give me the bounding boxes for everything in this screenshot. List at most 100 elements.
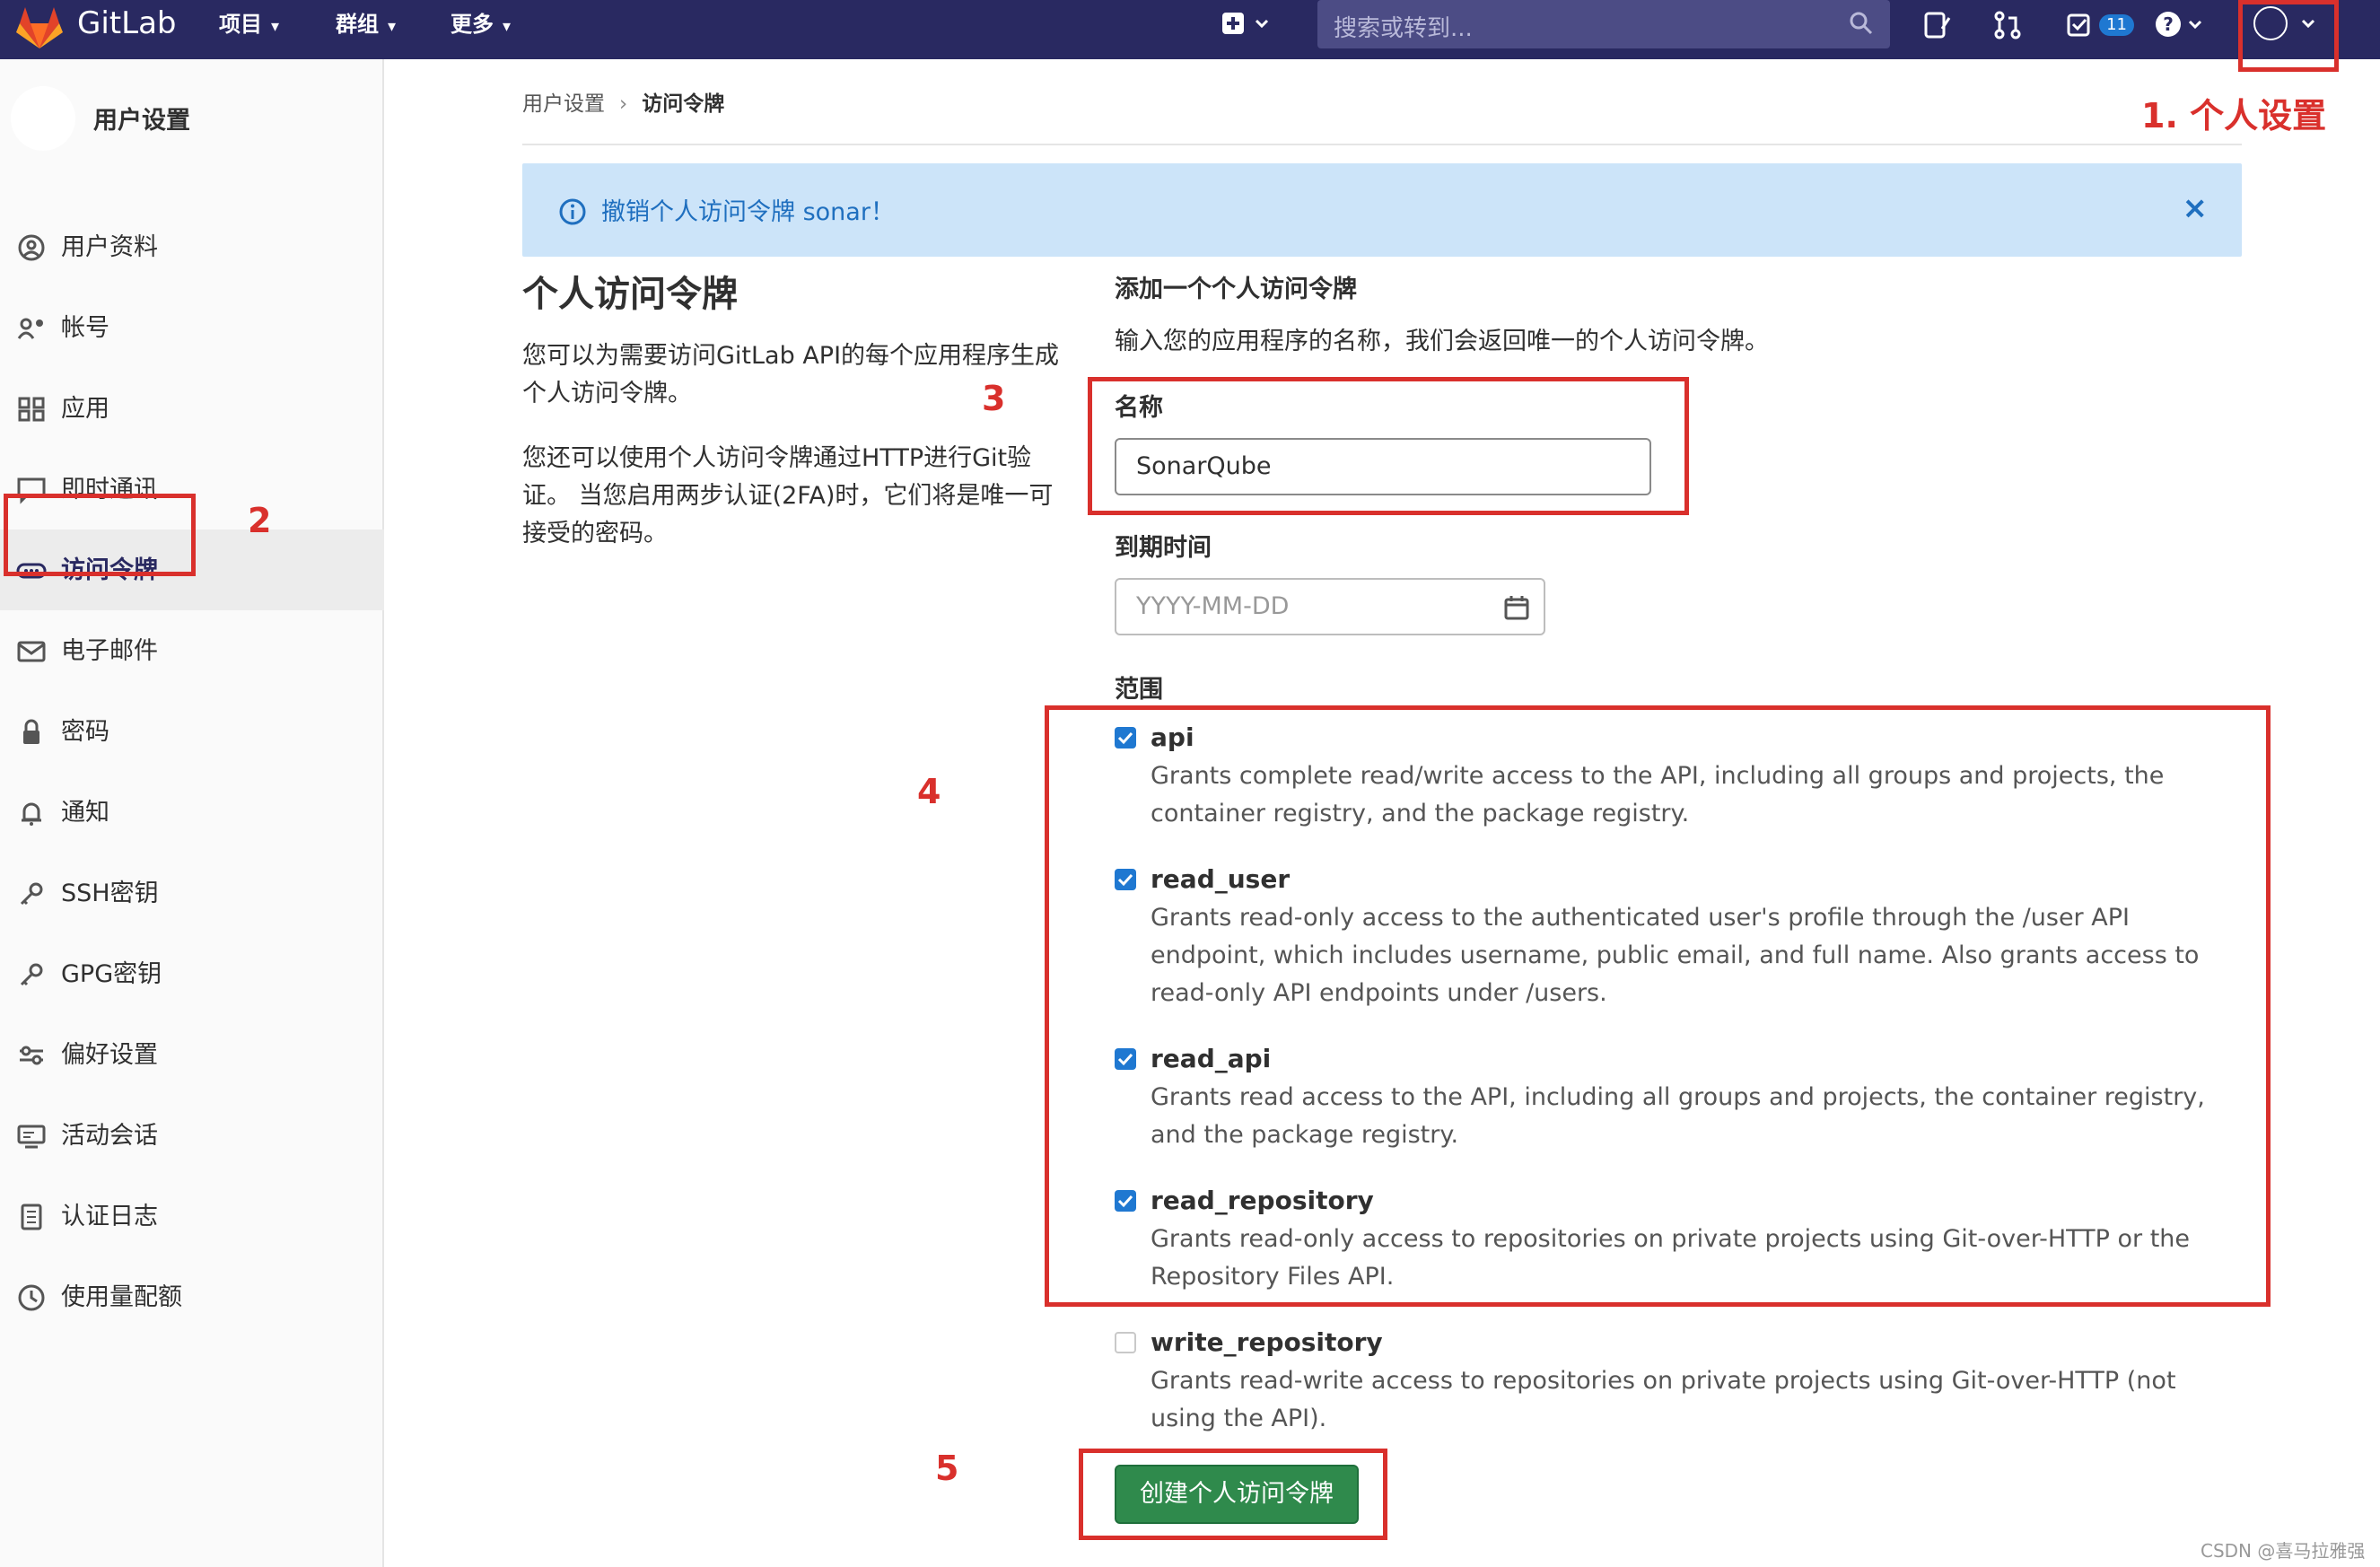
sidebar-item-label: 应用	[61, 395, 109, 423]
new-dropdown-button[interactable]	[1221, 9, 1274, 43]
sidebar-item-label: 使用量配额	[61, 1283, 182, 1311]
breadcrumb-parent-link[interactable]: 用户设置	[522, 92, 605, 116]
flash-message: 撤销个人访问令牌 sonar！	[601, 198, 895, 226]
sidebar-item-label: 认证日志	[61, 1203, 158, 1230]
quota-icon	[18, 1284, 45, 1311]
nav-menu-projects[interactable]: 项目 ▾	[219, 11, 279, 40]
intro-paragraph: 您还可以使用个人访问令牌通过HTTP进行Git验证。 当您启用两步认证(2FA)…	[522, 444, 1054, 547]
sliders-icon	[20, 1046, 43, 1065]
settings-sidebar: 用户设置 用户资料 帐号 应用 即时通讯 访问令牌 电子邮件 密码 通知 SSH…	[0, 59, 384, 1567]
todo-check-icon	[2067, 13, 2090, 37]
sidebar-item-gpg-keys[interactable]: GPG密钥	[0, 933, 384, 1014]
info-icon	[559, 198, 586, 225]
annotation-box-5	[1079, 1449, 1387, 1540]
sidebar-item-profile[interactable]: 用户资料	[0, 206, 384, 287]
sidebar-item-label: 密码	[61, 718, 109, 746]
annotation-label-5: 5	[935, 1449, 959, 1488]
sidebar-item-label: 偏好设置	[61, 1041, 158, 1069]
brand-name[interactable]: GitLab	[77, 5, 176, 41]
sidebar-item-active-sessions[interactable]: 活动会话	[0, 1095, 384, 1176]
sidebar-item-usage-quotas[interactable]: 使用量配额	[0, 1256, 384, 1337]
key-icon	[20, 963, 43, 986]
search-box[interactable]: 搜索或转到...	[1317, 0, 1890, 48]
issues-icon	[1924, 12, 1951, 39]
user-circle-icon	[18, 234, 45, 261]
sidebar-item-auth-log[interactable]: 认证日志	[0, 1176, 384, 1256]
sidebar-item-label: 通知	[61, 799, 109, 827]
expires-date-input[interactable]: YYYY-MM-DD	[1115, 578, 1545, 635]
scope-name: write_repository	[1151, 1327, 1383, 1357]
scope-write-repository: write_repository Grants read-write acces…	[1115, 1325, 2245, 1441]
log-icon	[21, 1204, 42, 1230]
sidebar-item-ssh-keys[interactable]: SSH密钥	[0, 853, 384, 933]
close-icon[interactable]: ×	[2183, 190, 2209, 226]
breadcrumb-divider	[522, 144, 2242, 145]
nav-menu-label: 项目	[219, 12, 262, 37]
chevron-down-icon: ▾	[503, 17, 512, 36]
apps-grid-icon	[18, 397, 45, 422]
monitor-icon	[17, 1125, 46, 1149]
calendar-icon[interactable]	[1504, 595, 1529, 620]
sidebar-item-account[interactable]: 帐号	[0, 287, 384, 368]
nav-menu-label: 群组	[336, 12, 379, 37]
todos-button[interactable]: 11	[2066, 11, 2134, 45]
sidebar-item-emails[interactable]: 电子邮件	[0, 610, 384, 691]
chevron-down-icon: ▾	[388, 17, 397, 36]
sidebar-item-label: GPG密钥	[61, 960, 162, 988]
avatar	[11, 86, 75, 151]
lock-icon	[23, 719, 39, 744]
top-navbar: GitLab 项目 ▾ 群组 ▾ 更多 ▾ 搜索或转到... 11 ?	[0, 0, 2380, 59]
account-gear-icon	[17, 318, 43, 339]
sidebar-item-label: SSH密钥	[61, 880, 159, 907]
nav-menu-label: 更多	[451, 12, 494, 37]
form-description: 输入您的应用程序的名称，我们会返回唯一的个人访问令牌。	[1115, 328, 1769, 355]
issues-button[interactable]	[1922, 11, 1953, 45]
expires-label: 到期时间	[1115, 534, 1212, 562]
sidebar-item-label: 活动会话	[61, 1122, 158, 1150]
form-title: 添加一个个人访问令牌	[1115, 276, 1357, 303]
scopes-label: 范围	[1115, 676, 1163, 704]
help-icon: ?	[2156, 12, 2202, 37]
intro-paragraph: 您可以为需要访问GitLab API的每个应用程序生成个人访问令牌。	[522, 342, 1060, 407]
scope-checkbox[interactable]	[1115, 1332, 1136, 1353]
scope-description: Grants read-write access to repositories…	[1151, 1367, 2176, 1432]
sidebar-item-password[interactable]: 密码	[0, 691, 384, 772]
breadcrumb-separator-icon: ›	[619, 92, 628, 116]
flash-notice: 撤销个人访问令牌 sonar！ ×	[522, 163, 2242, 257]
watermark: CSDN @喜马拉雅强	[2201, 1540, 2366, 1562]
breadcrumb: 用户设置 › 访问令牌	[522, 86, 724, 117]
bell-icon	[22, 802, 41, 826]
merge-requests-button[interactable]	[1992, 11, 2023, 45]
annotation-label-1: 1. 个人设置	[2141, 96, 2327, 136]
annotation-box-1	[2238, 0, 2339, 72]
expires-placeholder: YYYY-MM-DD	[1136, 592, 1290, 620]
help-dropdown-button[interactable]: ?	[2154, 9, 2208, 43]
sidebar-item-label: 帐号	[61, 314, 109, 342]
annotation-label-4: 4	[917, 772, 941, 811]
sidebar-item-notifications[interactable]: 通知	[0, 772, 384, 853]
sidebar-item-preferences[interactable]: 偏好设置	[0, 1014, 384, 1095]
gitlab-logo-icon[interactable]	[16, 5, 63, 50]
sidebar-item-applications[interactable]: 应用	[0, 368, 384, 449]
chevron-down-icon: ▾	[271, 17, 280, 36]
annotation-label-2: 2	[248, 501, 272, 540]
sidebar-item-label: 电子邮件	[61, 637, 158, 665]
annotation-label-3: 3	[982, 379, 1006, 418]
svg-text:?: ?	[2163, 13, 2174, 35]
merge-request-icon	[1994, 11, 2021, 39]
annotation-box-4	[1045, 705, 2271, 1307]
annotation-box-3	[1088, 377, 1689, 515]
plus-square-icon	[1222, 13, 1269, 34]
sidebar-header[interactable]: 用户设置	[0, 77, 384, 156]
mail-icon	[17, 641, 46, 662]
todo-count-badge: 11	[2099, 13, 2134, 36]
intro-column: 个人访问令牌 您可以为需要访问GitLab API的每个应用程序生成个人访问令牌…	[522, 269, 1061, 553]
search-input[interactable]: 搜索或转到...	[1334, 10, 1473, 43]
sidebar-title: 用户设置	[93, 107, 190, 135]
breadcrumb-current[interactable]: 访问令牌	[642, 92, 724, 116]
annotation-box-2	[4, 494, 196, 576]
nav-menu-groups[interactable]: 群组 ▾	[336, 11, 396, 40]
sidebar-item-label: 用户资料	[61, 233, 158, 261]
page-title: 个人访问令牌	[522, 274, 738, 315]
nav-menu-more[interactable]: 更多 ▾	[451, 11, 511, 40]
